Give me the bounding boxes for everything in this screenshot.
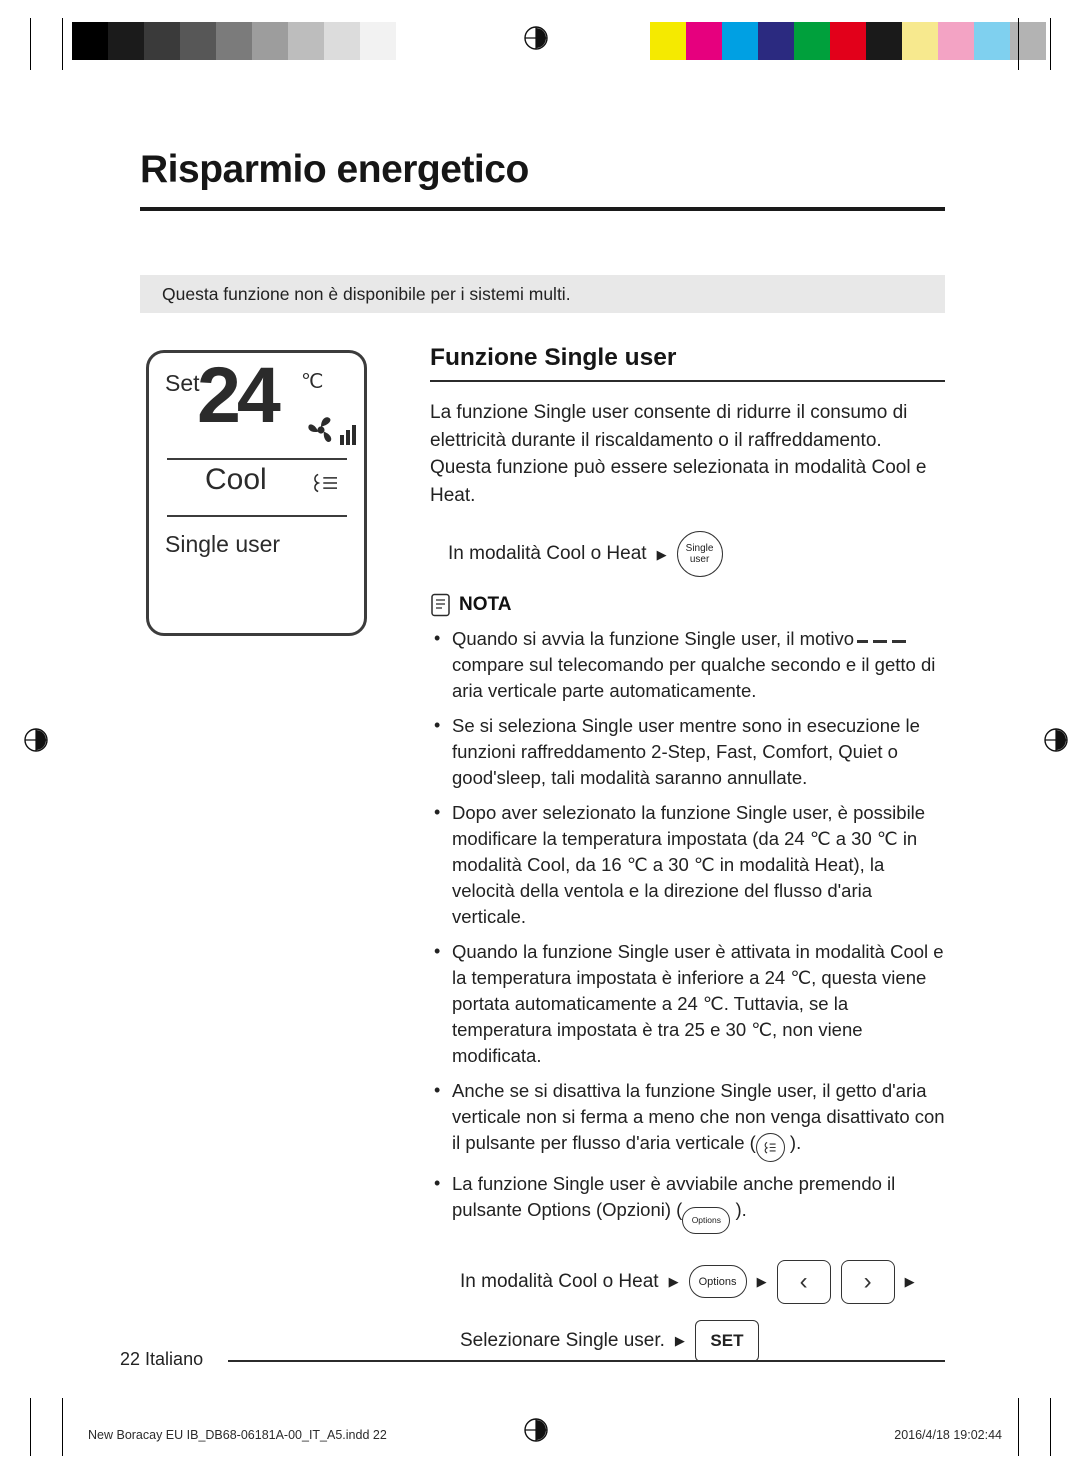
remote-mode: Cool xyxy=(205,463,267,496)
notice-banner: Questa funzione non è disponibile per i … xyxy=(140,275,945,313)
step-bottom-1: In modalità Cool o Heat ▶ Options ▶ ‹ › … xyxy=(430,1259,945,1304)
step-arrow-icon: ▶ xyxy=(668,1274,679,1289)
airflow-icon xyxy=(314,473,337,493)
fan-icon xyxy=(308,417,332,443)
step-bottom-2: Selezionare Single user. ▶ SET xyxy=(430,1319,945,1362)
remote-display-illustration: Set 24 ℃ Cool Single user xyxy=(146,350,367,636)
manual-page: Risparmio energetico Questa funzione non… xyxy=(0,0,1080,1476)
page-footer-number: 22 Italiano xyxy=(120,1349,203,1370)
single-user-button[interactable]: Single user xyxy=(676,531,723,577)
remote-set-label: Set xyxy=(165,370,200,396)
note-header: NOTA xyxy=(430,593,945,617)
list-item: Anche se si disattiva la funzione Single… xyxy=(430,1077,945,1162)
note-text-1: Quando si avvia la funzione Single user,… xyxy=(452,628,936,701)
step-arrow-icon: ▶ xyxy=(756,1274,767,1289)
remote-temperature: 24 xyxy=(197,350,281,439)
footer-language: Italiano xyxy=(145,1349,204,1369)
note-text-6: La funzione Single user è avviabile anch… xyxy=(452,1173,895,1234)
footer-divider xyxy=(228,1360,945,1362)
notice-text: Questa funzione non è disponibile per i … xyxy=(162,283,571,304)
note-icon xyxy=(431,593,450,617)
options-button-icon[interactable]: Options xyxy=(682,1206,731,1234)
pattern-icon xyxy=(857,640,907,643)
step-main-text: In modalità Cool o Heat xyxy=(448,543,647,564)
list-item: Se si seleziona Single user mentre sono … xyxy=(430,712,945,791)
remote-divider-2 xyxy=(167,515,347,517)
title-divider xyxy=(140,207,945,211)
options-button[interactable]: Options xyxy=(688,1265,747,1298)
page-title: Risparmio energetico xyxy=(140,148,529,191)
section-heading-divider xyxy=(430,380,945,382)
step-bottom-1-text: In modalità Cool o Heat xyxy=(460,1270,659,1292)
section-heading: Funzione Single user xyxy=(430,344,677,371)
print-filename: New Boracay EU IB_DB68-06181A-00_IT_A5.i… xyxy=(88,1428,387,1442)
step-arrow-icon: ▶ xyxy=(674,1333,685,1348)
single-user-button-line1: Single xyxy=(685,543,714,554)
note-text-5: Anche se si disattiva la funzione Single… xyxy=(452,1080,945,1162)
list-item: Dopo aver selezionato la funzione Single… xyxy=(430,799,945,930)
fan-speed-bars xyxy=(340,425,356,445)
note-list: Quando si avvia la funzione Single user,… xyxy=(430,625,945,1234)
remote-function-label: Single user xyxy=(165,531,281,557)
print-timestamp: 2016/4/18 19:02:44 xyxy=(894,1428,1002,1442)
step-arrow-icon: ▶ xyxy=(904,1274,915,1289)
remote-divider-1 xyxy=(167,458,347,460)
set-button[interactable]: SET xyxy=(694,1319,759,1362)
footer-page-number: 22 xyxy=(120,1349,141,1369)
section-intro: La funzione Single user consente di ridu… xyxy=(430,402,927,506)
step-main: In modalità Cool o Heat ▶ Single user xyxy=(430,531,945,577)
list-item: Quando si avvia la funzione Single user,… xyxy=(430,625,945,704)
section-content: Funzione Single user La funzione Single … xyxy=(430,344,945,1362)
step-arrow-icon: ▶ xyxy=(656,546,667,562)
step-bottom-2-text: Selezionare Single user. xyxy=(460,1329,665,1351)
note-label: NOTA xyxy=(459,594,512,615)
note-text-2: Se si seleziona Single user mentre sono … xyxy=(452,715,920,788)
note-text-4: Quando la funzione Single user è attivat… xyxy=(452,941,944,1066)
list-item: Quando la funzione Single user è attivat… xyxy=(430,938,945,1069)
remote-unit: ℃ xyxy=(301,371,324,393)
single-user-button-line2: user xyxy=(689,554,710,565)
temp-down-button[interactable]: ‹ xyxy=(776,1259,831,1304)
vertical-airflow-button-icon[interactable] xyxy=(755,1133,785,1162)
temp-up-button[interactable]: › xyxy=(840,1259,895,1304)
list-item: La funzione Single user è avviabile anch… xyxy=(430,1170,945,1234)
note-text-3: Dopo aver selezionato la funzione Single… xyxy=(452,802,926,927)
